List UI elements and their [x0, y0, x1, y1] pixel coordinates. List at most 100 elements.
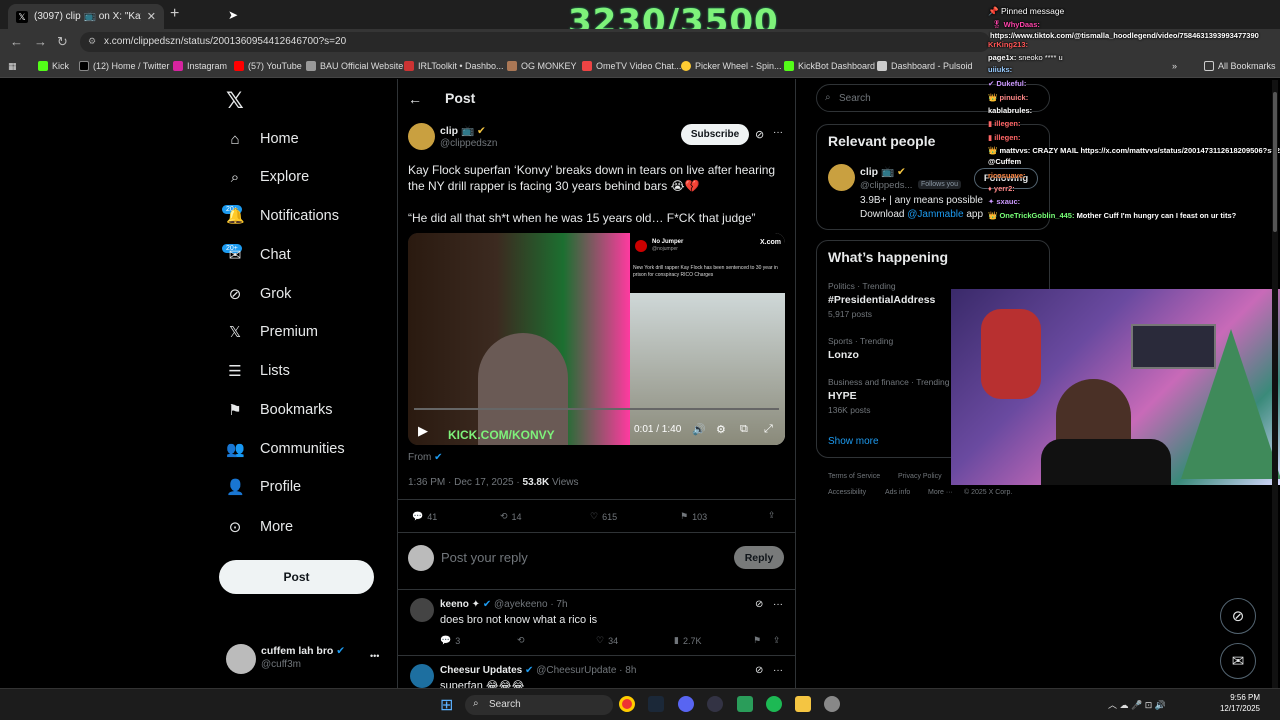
video-player[interactable]: KICK.COM/KONVY No Jumper @nojumper X.com…	[408, 233, 785, 445]
footer-tos[interactable]: Terms of Service	[828, 473, 880, 480]
chrome-taskbar-icon[interactable]	[619, 696, 635, 712]
nav-notifications[interactable]: 🔔 Notifications	[226, 201, 339, 231]
taskbar-clock[interactable]: 9:56 PM 12/17/2025	[1200, 692, 1260, 714]
reply1-menu-icon[interactable]: ···	[773, 599, 783, 610]
bookmark-irltoolkit[interactable]: IRLToolkit • Dashbo...	[404, 61, 504, 71]
author-handle[interactable]: @clippedszn	[440, 138, 497, 149]
close-tab-icon[interactable]: ✕	[147, 10, 156, 23]
settings-icon[interactable]: ⚙	[716, 423, 726, 436]
bookmark-bau[interactable]: BAU Official Website	[306, 61, 403, 71]
reply-button[interactable]: Reply	[734, 546, 784, 569]
reply1-repost-icon[interactable]: ⟲	[517, 635, 525, 646]
reply1-header[interactable]: keeno ✦ ✔ @ayekeeno · 7h	[440, 599, 568, 610]
grok-explain-icon[interactable]: ⊘	[755, 128, 764, 141]
bookmark-ometv[interactable]: OmeTV Video Chat...	[582, 61, 681, 71]
app-taskbar-icon[interactable]	[707, 696, 723, 712]
nav-more[interactable]: ⊙ More	[226, 512, 293, 542]
bookmark-picker-wheel[interactable]: Picker Wheel - Spin...	[681, 61, 782, 71]
nav-profile[interactable]: 👤 Profile	[226, 472, 301, 502]
footer-privacy[interactable]: Privacy Policy	[898, 473, 942, 480]
steam-taskbar-icon[interactable]	[648, 696, 664, 712]
subscribe-button[interactable]: Subscribe	[681, 124, 749, 145]
scrollbar-thumb[interactable]	[1273, 92, 1277, 232]
app2-taskbar-icon[interactable]	[737, 696, 753, 712]
reply2-grok-icon[interactable]: ⊘	[755, 665, 763, 676]
author-avatar[interactable]	[408, 123, 435, 150]
nav-premium[interactable]: 𝕏 Premium	[226, 317, 318, 347]
grok-float-icon[interactable]: ⊘	[1220, 598, 1256, 634]
person-avatar[interactable]	[828, 164, 855, 191]
reply2-avatar[interactable]	[410, 664, 434, 688]
nav-chat[interactable]: ✉ Chat	[226, 240, 291, 270]
bookmark-kickbot[interactable]: KickBot Dashboard	[784, 61, 875, 71]
show-more-link[interactable]: Show more	[828, 436, 879, 447]
trend3-name[interactable]: HYPE	[828, 390, 857, 402]
account-menu-icon[interactable]: •••	[370, 651, 379, 661]
reply1-share-icon[interactable]: ⇪	[773, 635, 781, 646]
bio-link[interactable]: @Jammable	[907, 209, 963, 220]
reply2-header[interactable]: Cheesur Updates ✔ @CheesurUpdate · 8h	[440, 665, 636, 676]
messages-float-icon[interactable]: ✉	[1220, 643, 1256, 679]
bookmark-og-monkey[interactable]: OG MONKEY	[507, 61, 577, 71]
footer-accessibility[interactable]: Accessibility	[828, 489, 866, 496]
reply1-like[interactable]: ♡ 34	[596, 635, 618, 646]
fullscreen-icon[interactable]: ⤢	[764, 423, 773, 436]
taskbar-search[interactable]: ⌕ Search	[465, 695, 613, 715]
play-icon[interactable]: ▶	[418, 423, 428, 439]
back-icon[interactable]: ←	[10, 34, 23, 49]
reply-action[interactable]: 💬 41	[412, 511, 437, 522]
back-arrow-icon[interactable]: ←	[408, 91, 422, 107]
nav-grok[interactable]: ⊘ Grok	[226, 279, 292, 309]
bookmark-youtube[interactable]: (57) YouTube	[234, 61, 302, 71]
reply1-bookmark-icon[interactable]: ⚑	[753, 635, 761, 646]
reload-icon[interactable]: ↻	[57, 34, 68, 50]
nav-lists-label: Lists	[260, 363, 290, 379]
site-info-icon[interactable]: ⚙	[88, 36, 96, 47]
reply-input[interactable]: Post your reply	[441, 550, 528, 565]
tray-icons[interactable]: ︿ ☁ 🎤 ⊡ 🔊	[1108, 698, 1166, 711]
bookmark-twitter[interactable]: (12) Home / Twitter	[79, 61, 169, 71]
trend1-name[interactable]: #PresidentialAddress	[828, 294, 935, 306]
reply2-menu-icon[interactable]: ···	[773, 665, 783, 676]
file-explorer-taskbar-icon[interactable]	[795, 696, 811, 712]
reply-avatar	[408, 545, 434, 571]
post-button[interactable]: Post	[219, 560, 374, 594]
windows-start-icon[interactable]: ⊞	[440, 695, 453, 715]
nav-explore[interactable]: ⌕ Explore	[226, 162, 309, 192]
reply1-grok-icon[interactable]: ⊘	[755, 599, 763, 610]
new-tab-icon[interactable]: +	[170, 5, 179, 23]
settings-taskbar-icon[interactable]	[824, 696, 840, 712]
reply1-avatar[interactable]	[410, 598, 434, 622]
volume-icon[interactable]: 🔊	[692, 423, 706, 436]
person-name[interactable]: clip 📺 ✔	[860, 165, 906, 178]
nav-communities[interactable]: 👥 Communities	[226, 434, 345, 464]
browser-tab[interactable]: 𝕏 (3097) clip 📺 on X: "Kay Flock ✕	[8, 4, 164, 29]
post-menu-icon[interactable]: ···	[773, 127, 783, 138]
repost-action[interactable]: ⟲ 14	[500, 511, 522, 522]
bookmark-kick[interactable]: Kick	[38, 61, 69, 71]
nav-home[interactable]: ⌂ Home	[226, 124, 298, 154]
nav-bookmarks[interactable]: ⚑ Bookmarks	[226, 395, 332, 425]
x-logo-icon[interactable]: 𝕏	[226, 88, 244, 114]
bookmark-instagram[interactable]: Instagram	[173, 61, 227, 71]
reply1-reply[interactable]: 💬 3	[440, 635, 460, 646]
url-bar[interactable]: ⚙ x.com/clippedszn/status/20013609544126…	[80, 32, 990, 52]
forward-icon[interactable]: →	[34, 34, 47, 49]
video-progress-bar[interactable]	[414, 408, 779, 410]
nav-lists[interactable]: ☰ Lists	[226, 356, 290, 386]
apps-icon[interactable]: ▦	[8, 61, 17, 72]
footer-more[interactable]: More ···	[928, 489, 953, 496]
footer-ads-info[interactable]: Ads info	[885, 489, 910, 496]
pip-icon[interactable]: ⧉	[740, 423, 748, 436]
share-icon[interactable]: ⇪	[768, 510, 776, 521]
account-name[interactable]: cuffem lah bro ✔	[261, 645, 345, 657]
reply1-views[interactable]: ▮ 2.7K	[674, 635, 701, 646]
discord-taskbar-icon[interactable]	[678, 696, 694, 712]
account-avatar[interactable]	[226, 644, 256, 674]
trend2-name[interactable]: Lonzo	[828, 349, 859, 361]
bookmark-pulsoid[interactable]: Dashboard - Pulsoid	[877, 61, 973, 71]
spotify-taskbar-icon[interactable]	[766, 696, 782, 712]
like-action[interactable]: ♡ 615	[590, 511, 617, 522]
author-name[interactable]: clip 📺 ✔	[440, 124, 486, 137]
bookmark-action[interactable]: ⚑ 103	[680, 511, 707, 522]
